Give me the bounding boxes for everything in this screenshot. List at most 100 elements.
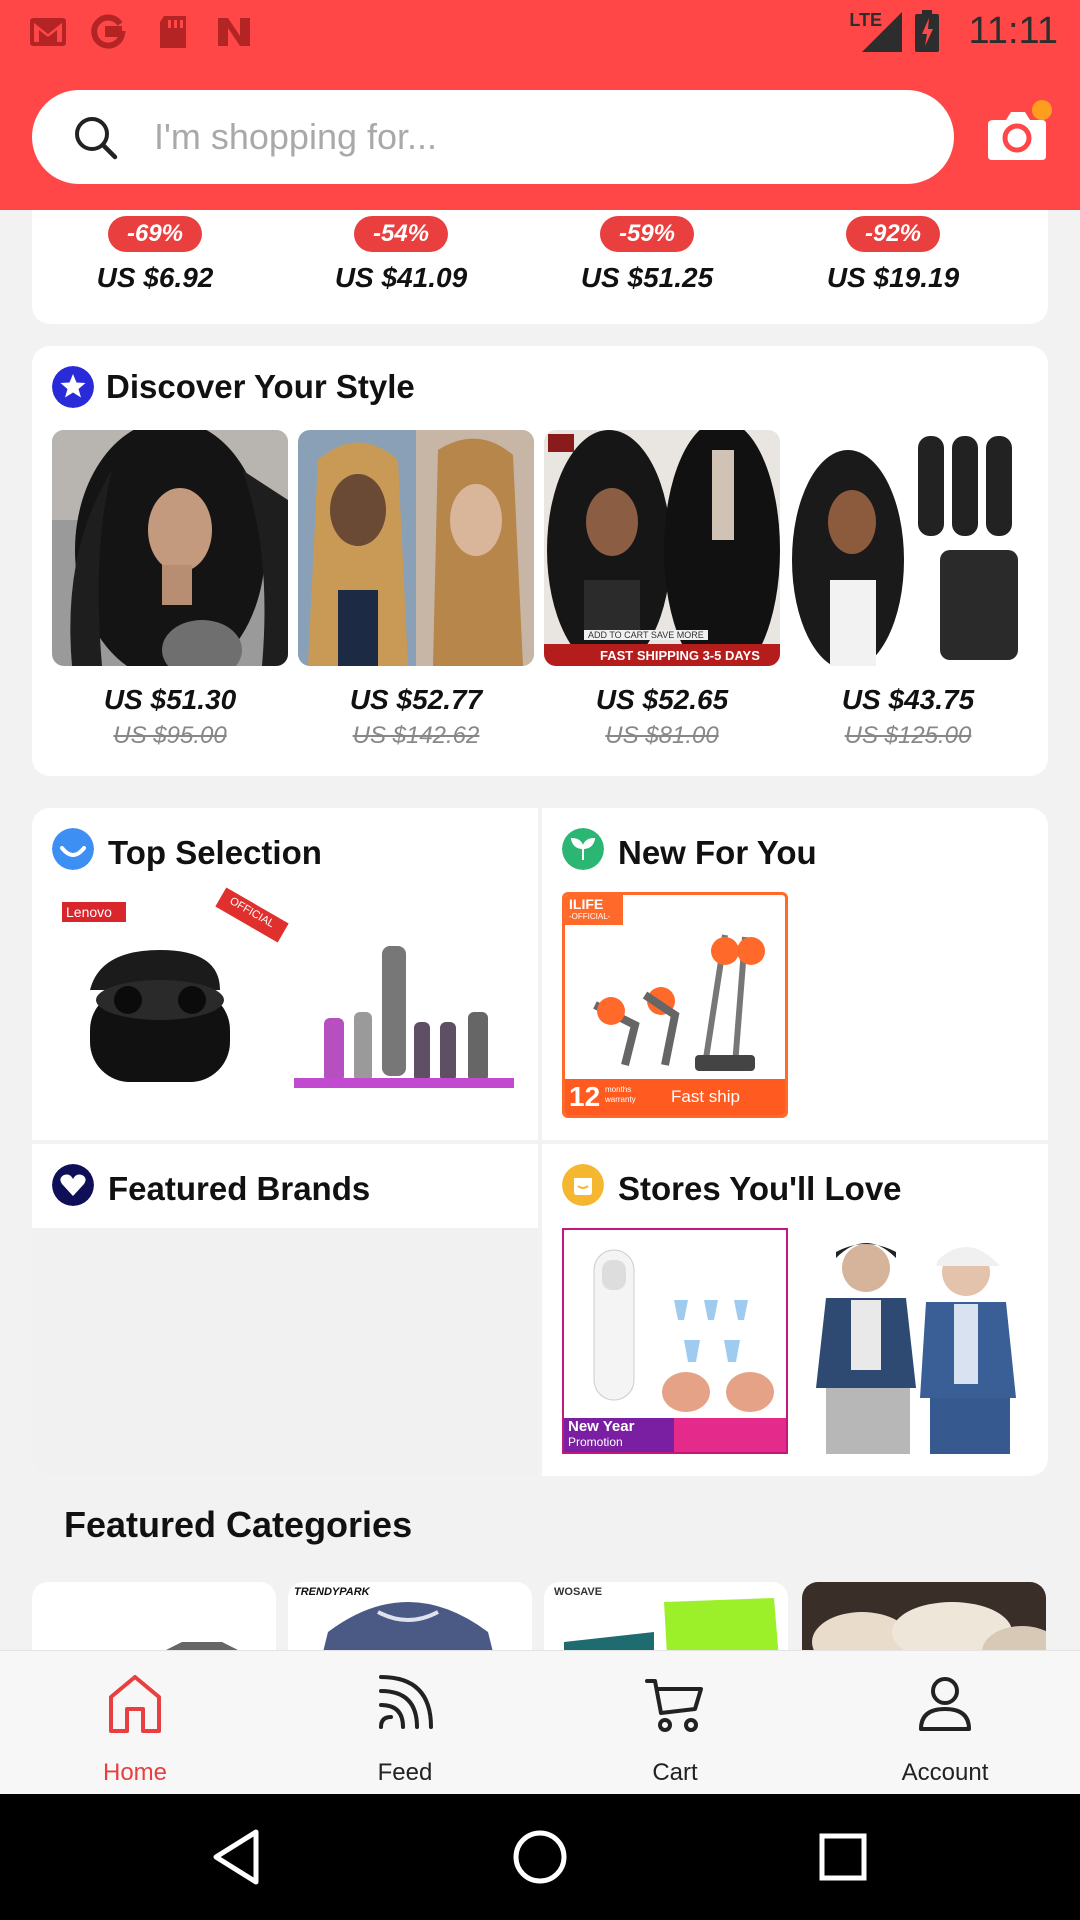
- shipping-banner: ADD TO CART SAVE MORE FAST SHIPPING 3-5 …: [544, 630, 780, 666]
- home-icon[interactable]: [105, 1671, 165, 1735]
- category-tile[interactable]: [802, 1582, 1046, 1650]
- featured-brands-title: Featured Brands: [108, 1170, 371, 1207]
- banner-small-text: ADD TO CART SAVE MORE: [584, 630, 708, 640]
- lenovo-logo: Lenovo: [62, 902, 126, 922]
- brands-placeholder: [32, 1228, 538, 1476]
- style-product[interactable]: US $51.30 US $95.00: [52, 430, 288, 749]
- home-feed[interactable]: -69% US $6.92 -54% US $41.09 -59% US $51…: [0, 210, 1080, 1650]
- warranty-text: months warranty: [605, 1085, 636, 1104]
- product-image-vacuum[interactable]: ILIFE -OFFICIAL- 12 months warranty Fast…: [562, 892, 788, 1118]
- deals-card: -69% US $6.92 -54% US $41.09 -59% US $51…: [32, 210, 1048, 324]
- home-circle-icon[interactable]: [507, 1824, 573, 1890]
- price-current: US $52.77: [349, 684, 483, 715]
- search-input[interactable]: [154, 106, 914, 168]
- bottom-nav: Home Feed Cart Account: [0, 1650, 1080, 1794]
- product-image-straight-wig[interactable]: [298, 430, 534, 666]
- style-product[interactable]: ADD TO CART SAVE MORE FAST SHIPPING 3-5 …: [544, 430, 780, 749]
- ilife-label: ILIFE: [569, 896, 604, 912]
- vacuum-banner: 12 months warranty Fast ship: [565, 1079, 785, 1115]
- price-current: US $52.65: [595, 684, 729, 715]
- discount-badge: -59%: [599, 216, 695, 252]
- nav-label: Cart: [652, 1759, 698, 1786]
- style-product[interactable]: US $43.75 US $125.00: [790, 430, 1026, 749]
- google-icon: [91, 14, 126, 49]
- featured-categories-title: Featured Categories: [64, 1504, 413, 1545]
- product-image-curly-wig[interactable]: [52, 430, 288, 666]
- deal-price: US $6.92: [96, 262, 214, 293]
- new-year-label: New Year: [568, 1418, 635, 1435]
- discover-title: Discover Your Style: [106, 368, 415, 405]
- deal-item[interactable]: -54% US $41.09: [278, 210, 524, 324]
- leaf-badge-icon: [562, 828, 604, 870]
- category-tile[interactable]: [32, 1582, 276, 1650]
- sd-card-icon: [160, 16, 186, 48]
- top-selection-title: Top Selection: [108, 834, 322, 871]
- cart-icon[interactable]: [645, 1671, 705, 1735]
- recents-icon[interactable]: [810, 1824, 876, 1890]
- price-original: US $125.00: [844, 722, 972, 749]
- app-header: LTE 11:11: [0, 0, 1080, 210]
- account-icon[interactable]: [915, 1671, 975, 1735]
- back-icon[interactable]: [204, 1824, 270, 1890]
- battery-icon: [915, 10, 939, 52]
- category-brand-label: TRENDYPARK: [294, 1586, 370, 1598]
- stores-card[interactable]: Stores You'll Love New Year Promotion: [542, 1144, 1048, 1476]
- nav-label: Feed: [377, 1759, 433, 1786]
- stores-title: Stores You'll Love: [618, 1170, 902, 1207]
- warranty-number: 12: [569, 1081, 601, 1112]
- deal-item[interactable]: -69% US $6.92: [32, 210, 278, 324]
- deal-item[interactable]: -59% US $51.25: [524, 210, 770, 324]
- banner-text: FAST SHIPPING 3-5 DAYS: [600, 648, 760, 663]
- feed-icon[interactable]: [375, 1671, 435, 1735]
- category-brand-label: WOSAVE: [554, 1586, 603, 1598]
- price-original: US $142.62: [352, 722, 480, 749]
- nav-cart[interactable]: Cart: [540, 1651, 810, 1795]
- system-nav-bar: [0, 1794, 1080, 1920]
- product-image-deep-wave-wig[interactable]: ADD TO CART SAVE MORE FAST SHIPPING 3-5 …: [544, 430, 780, 666]
- new-for-you-title: New For You: [618, 834, 817, 871]
- price-current: US $43.75: [841, 684, 975, 715]
- new-for-you-card[interactable]: New For You ILIFE -OFFICIAL- 12 months w…: [542, 808, 1048, 1140]
- category-tile[interactable]: TRENDYPARK: [288, 1582, 532, 1650]
- discount-badge: -54%: [353, 216, 449, 252]
- nav-home[interactable]: Home: [0, 1651, 270, 1795]
- product-image-body-wave-bundle[interactable]: [790, 430, 1026, 666]
- category-image: [802, 1582, 1046, 1650]
- promo-badge: New Year Promotion: [564, 1418, 674, 1452]
- gmail-icon: [30, 18, 66, 46]
- price-original: US $95.00: [113, 722, 227, 749]
- vacuum-illustration: [593, 934, 765, 1071]
- network-label: LTE: [849, 10, 882, 30]
- product-image-hair-styler[interactable]: [294, 938, 514, 1098]
- nav-label: Home: [102, 1759, 168, 1786]
- status-bar: LTE 11:11: [0, 0, 1080, 64]
- discount-badge: -69%: [107, 216, 203, 252]
- discover-style-card: Discover Your Style US $51.30 US $95.00: [32, 346, 1048, 776]
- search-icon[interactable]: [72, 114, 120, 162]
- price-current: US $51.30: [103, 684, 237, 715]
- star-badge-icon: [52, 366, 94, 408]
- price-original: US $81.00: [605, 722, 719, 749]
- nav-feed[interactable]: Feed: [270, 1651, 540, 1795]
- notification-dot: [1032, 100, 1052, 120]
- fast-ship-label: Fast ship: [671, 1087, 740, 1106]
- nav-account[interactable]: Account: [810, 1651, 1080, 1795]
- product-image-denim-jackets[interactable]: [796, 1228, 1036, 1454]
- nav-label: Account: [901, 1759, 989, 1786]
- style-product[interactable]: US $52.77 US $142.62: [298, 430, 534, 749]
- featured-brands-card[interactable]: Featured Brands: [32, 1144, 538, 1476]
- product-image-blackhead-remover[interactable]: New Year Promotion: [562, 1228, 788, 1454]
- product-image-earbuds[interactable]: [80, 930, 250, 1100]
- discount-badge: -92%: [845, 216, 941, 252]
- search-bar[interactable]: [32, 90, 954, 184]
- top-selection-card[interactable]: Top Selection Lenovo OFFICIAL: [32, 808, 538, 1140]
- category-tile[interactable]: WOSAVE: [544, 1582, 788, 1650]
- deal-item[interactable]: -92% US $19.19: [770, 210, 1016, 324]
- n-app-icon: [218, 18, 250, 46]
- smile-badge-icon: [52, 828, 94, 870]
- deal-price: US $19.19: [826, 262, 960, 293]
- status-time: 11:11: [968, 10, 1058, 52]
- deal-price: US $51.25: [580, 262, 714, 293]
- store-badge-icon: [562, 1164, 604, 1206]
- heart-badge-icon: [52, 1164, 94, 1206]
